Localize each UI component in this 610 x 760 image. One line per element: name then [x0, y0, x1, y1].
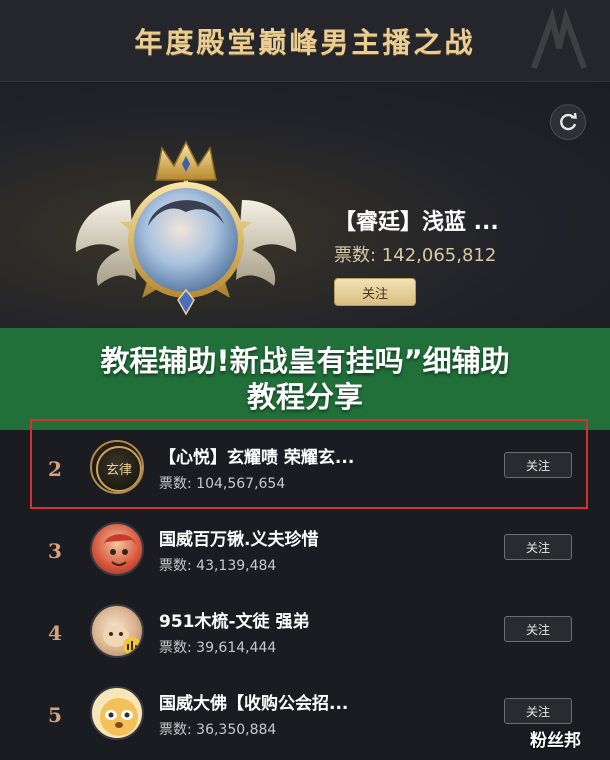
votes-label: 票数: — [159, 476, 197, 492]
cartoon-face-icon — [104, 534, 136, 566]
banner-line-1: 教程辅助!新战皇有挂吗”细辅助 — [100, 344, 510, 378]
champion-follow-button[interactable]: 关注 — [334, 278, 416, 306]
champion-votes-label: 票数: — [334, 245, 382, 266]
list-item: 4 951木梳-文徒 强弟 票数: 39,614,444 关注 — [0, 594, 610, 676]
champion-avatar-emblem — [75, 140, 297, 316]
rank-number: 4 — [48, 621, 62, 645]
list-item: 2 玄律 【心悦】玄耀啧 荣耀玄... 票数: 104,567,654 关注 — [0, 430, 610, 512]
rank-number: 3 — [48, 539, 62, 563]
page-title: 年度殿堂巅峰男主播之战 — [134, 25, 476, 59]
votes-value: 39,614,444 — [196, 640, 277, 656]
votes-label: 票数: — [159, 722, 197, 738]
overlay-banner: 教程辅助!新战皇有挂吗”细辅助 教程分享 — [0, 328, 610, 430]
champion-name: 【睿廷】浅蓝 ... — [334, 210, 499, 235]
avatar[interactable] — [90, 686, 144, 740]
list-item-name: 【心悦】玄耀啧 荣耀玄... — [159, 448, 355, 468]
list-item-votes: 票数: 39,614,444 — [159, 637, 276, 657]
votes-value: 43,139,484 — [196, 558, 277, 574]
rank-number: 2 — [48, 457, 62, 481]
champion-votes: 票数: 142,065,812 — [334, 241, 496, 267]
votes-value: 104,567,654 — [196, 476, 286, 492]
follow-button[interactable]: 关注 — [504, 698, 572, 724]
avatar[interactable] — [90, 604, 144, 658]
votes-label: 票数: — [159, 558, 197, 574]
list-item-votes: 票数: 43,139,484 — [159, 555, 276, 575]
page-header: 年度殿堂巅峰男主播之战 — [0, 0, 610, 82]
follow-button[interactable]: 关注 — [504, 534, 572, 560]
banner-line-2: 教程分享 — [246, 380, 363, 414]
pet-face-icon — [103, 625, 141, 655]
laurel-decoration-icon — [531, 8, 587, 70]
avatar[interactable]: 玄律 — [90, 440, 144, 494]
refresh-icon — [560, 112, 577, 131]
avatar[interactable] — [90, 522, 144, 576]
votes-value: 36,350,884 — [196, 722, 277, 738]
list-item-name: 国威百万锹.义夫珍惜 — [159, 530, 319, 550]
avatar-badge-text: 玄律 — [106, 463, 132, 478]
list-item: 3 国威百万锹.义夫珍惜 票数: 43,139,484 关注 — [0, 512, 610, 594]
list-item: 5 国威大佛【收购公会招... 票数: 36,350,884 关注 — [0, 676, 610, 758]
rank-number: 5 — [48, 703, 62, 727]
refresh-button[interactable] — [550, 104, 586, 140]
list-item-name: 951木梳-文徒 强弟 — [159, 612, 310, 632]
watermark-text: 粉丝邦 — [530, 731, 581, 751]
raccoon-face-icon — [100, 698, 138, 736]
guild-badge-icon: 玄律 — [96, 446, 142, 492]
list-item-name: 国威大佛【收购公会招... — [159, 694, 349, 714]
champion-votes-value: 142,065,812 — [381, 245, 497, 266]
follow-button[interactable]: 关注 — [504, 452, 572, 478]
ranking-list: 2 玄律 【心悦】玄耀啧 荣耀玄... 票数: 104,567,654 关注 3… — [0, 430, 610, 758]
list-item-votes: 票数: 36,350,884 — [159, 719, 276, 739]
votes-label: 票数: — [159, 640, 197, 656]
list-item-votes: 票数: 104,567,654 — [159, 473, 285, 493]
follow-button[interactable]: 关注 — [504, 616, 572, 642]
